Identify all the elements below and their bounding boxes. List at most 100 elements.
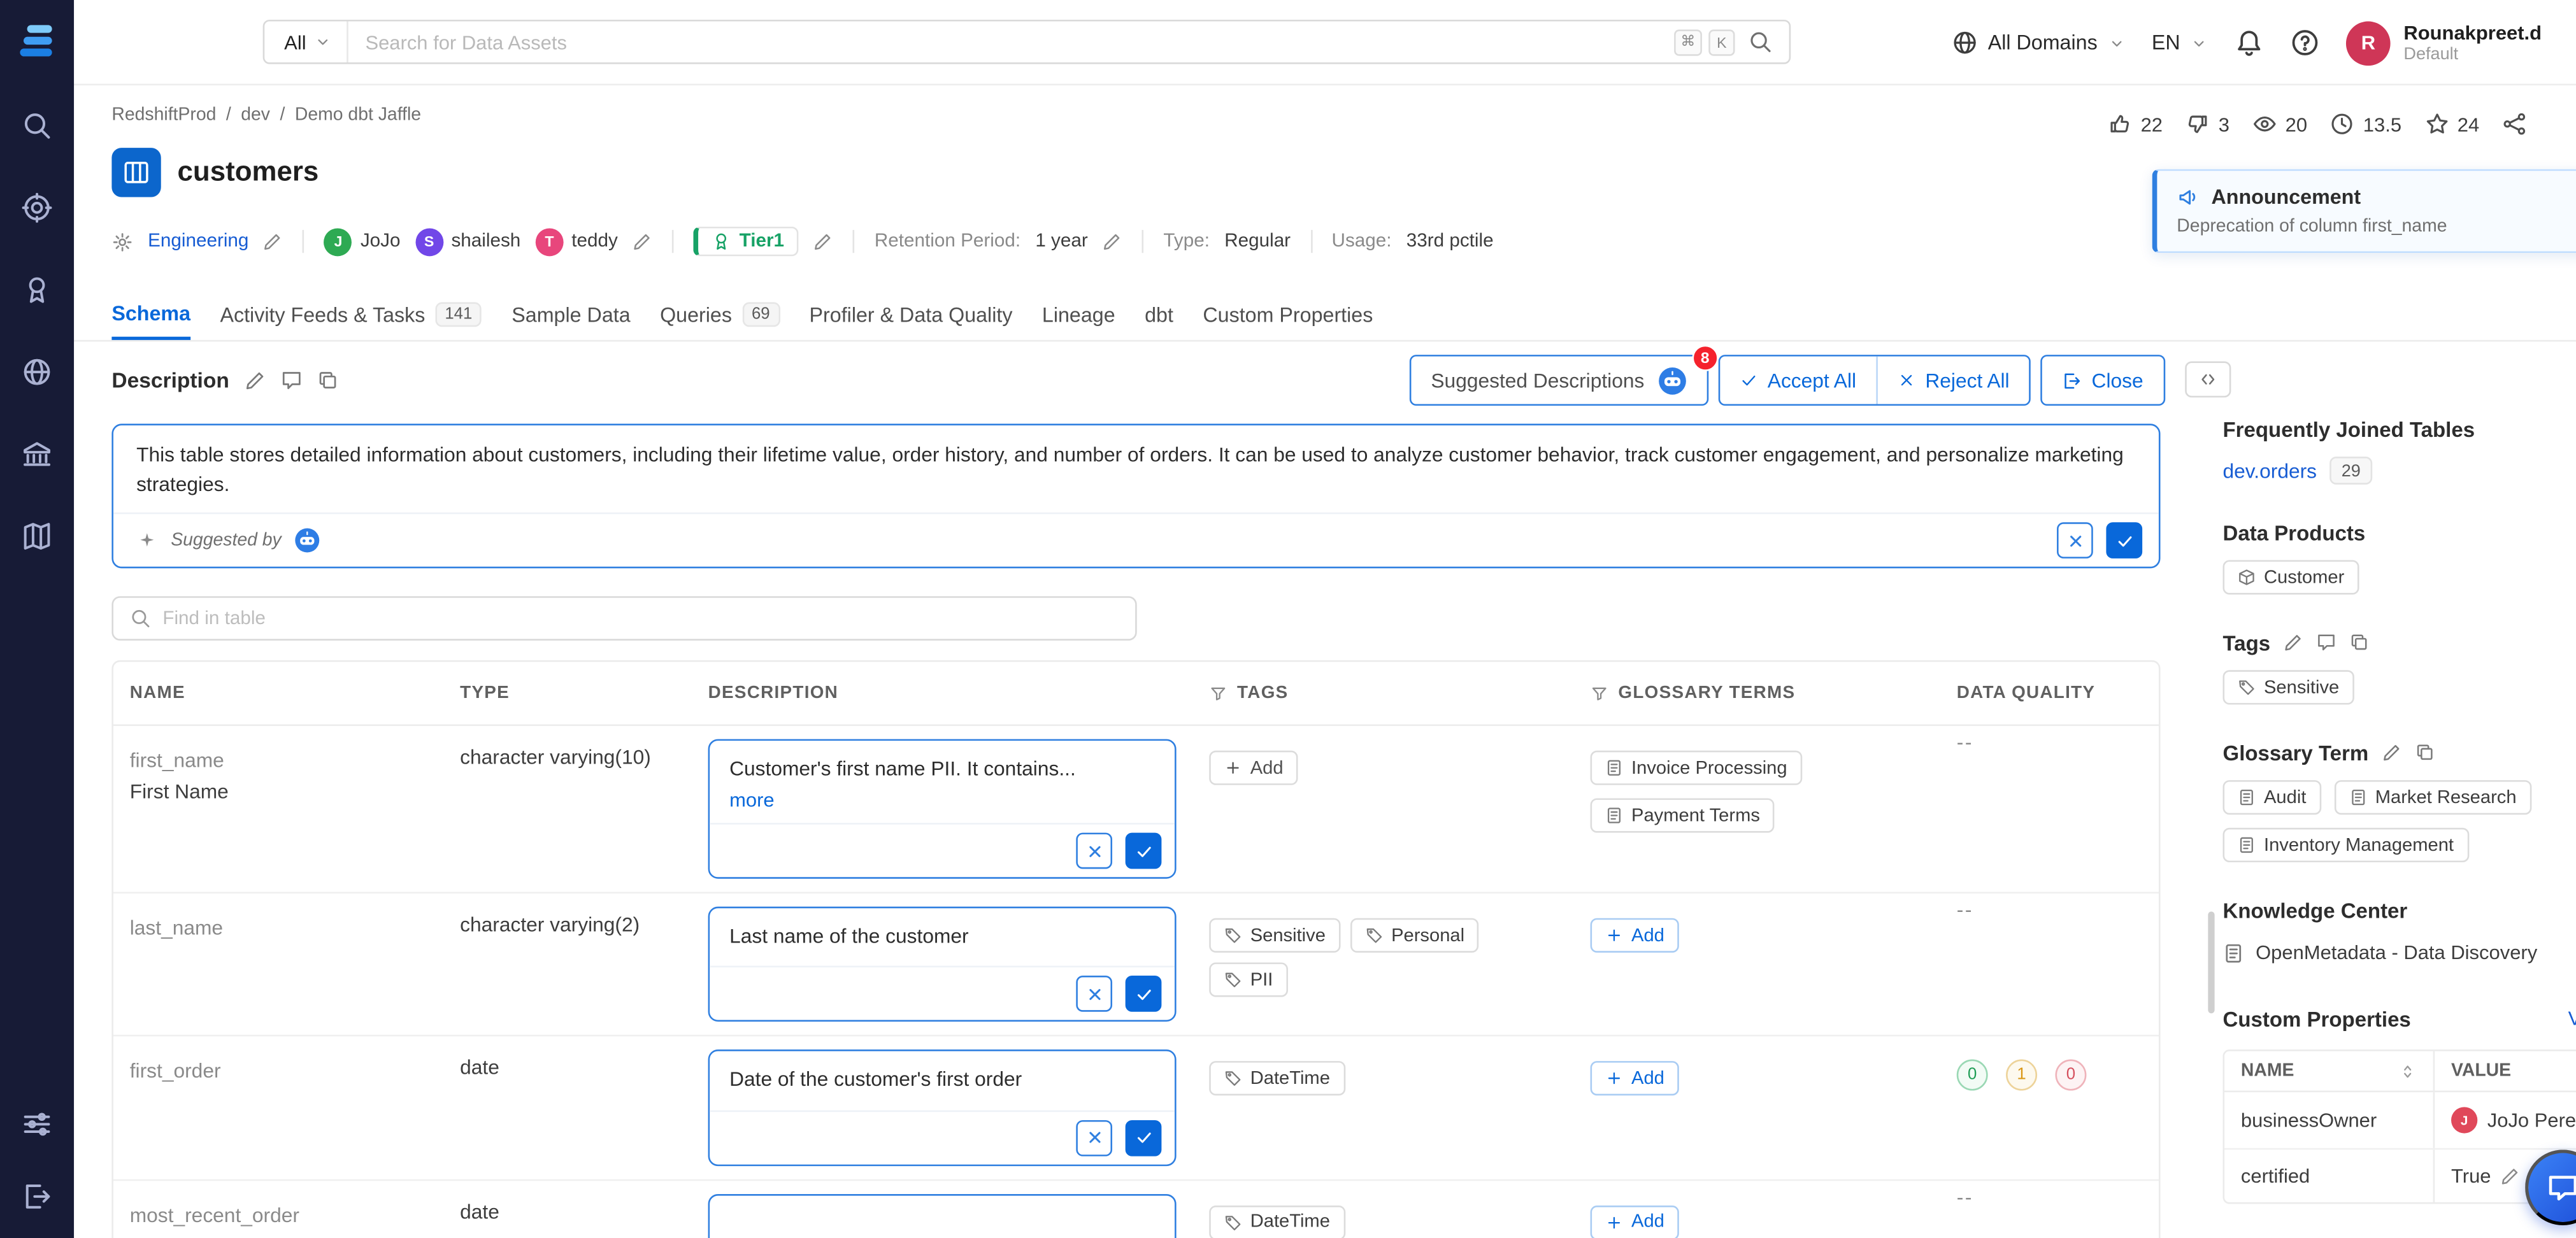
request-tags-icon[interactable] xyxy=(2316,632,2336,652)
search-scope-select[interactable]: All xyxy=(264,22,348,62)
breadcrumb-schema[interactable]: Demo dbt Jaffle xyxy=(295,105,421,125)
views-button[interactable]: 20 xyxy=(2252,111,2307,136)
owner-shailesh[interactable]: S shailesh xyxy=(415,227,521,255)
add-glossary-button[interactable]: Add xyxy=(1591,918,1680,953)
follow-button[interactable]: 24 xyxy=(2424,111,2479,136)
column-type-cell: date xyxy=(443,1037,691,1178)
glossary-term-chip[interactable]: Invoice Processing xyxy=(1591,751,1802,785)
logout-icon[interactable] xyxy=(20,1179,54,1213)
view-all-link[interactable]: View All xyxy=(2568,1007,2576,1030)
add-tag-button[interactable]: Add xyxy=(1209,751,1298,785)
settings-icon[interactable] xyxy=(20,1107,54,1140)
filter-icon[interactable] xyxy=(1591,684,1608,702)
accept-suggestion-button[interactable] xyxy=(1126,833,1162,869)
owner-jojo[interactable]: J JoJo xyxy=(324,227,400,255)
edit-retention-icon[interactable] xyxy=(1103,232,1122,252)
breadcrumb-service[interactable]: RedshiftProd xyxy=(111,105,216,125)
reject-suggestion-button[interactable] xyxy=(2057,522,2093,559)
knowledge-article-link[interactable]: OpenMetadata - Data Discovery xyxy=(2223,941,2576,964)
nav-insights-icon[interactable] xyxy=(20,355,54,388)
nav-governance-icon[interactable] xyxy=(20,437,54,470)
scrollbar-thumb[interactable] xyxy=(2208,911,2214,1013)
glossary-term-chip[interactable]: Payment Terms xyxy=(1591,798,1775,832)
edit-glossary-icon[interactable] xyxy=(2382,743,2401,762)
glossary-term-chip[interactable]: Inventory Management xyxy=(2223,828,2469,862)
suggested-descriptions-button[interactable]: Suggested Descriptions 8 xyxy=(1410,355,1708,406)
share-button[interactable] xyxy=(2502,111,2527,136)
description-task-icon[interactable] xyxy=(317,369,338,391)
glossary-term-chip[interactable]: Audit xyxy=(2223,780,2321,815)
data-product-chip[interactable]: Customer xyxy=(2223,560,2359,594)
collapse-panel-button[interactable] xyxy=(2185,361,2231,397)
tests-aborted-badge[interactable]: 1 xyxy=(2006,1060,2037,1092)
tag-chip[interactable]: DateTime xyxy=(1209,1062,1345,1096)
team-link[interactable]: Engineering xyxy=(148,232,248,252)
notifications-bell-icon[interactable] xyxy=(2235,28,2264,57)
upvote-button[interactable]: 22 xyxy=(2108,111,2163,136)
tag-chip[interactable]: PII xyxy=(1209,963,1287,997)
accept-suggestion-button[interactable] xyxy=(2106,522,2142,559)
joined-table-link[interactable]: dev.orders xyxy=(2223,459,2317,482)
downvote-button[interactable]: 3 xyxy=(2186,111,2229,136)
tag-chip[interactable]: Sensitive xyxy=(2223,670,2354,704)
version-button[interactable]: 13.5 xyxy=(2330,111,2401,136)
close-suggestions-button[interactable]: Close xyxy=(2041,355,2165,406)
col-glossary: GLOSSARY TERMS xyxy=(1574,662,1940,724)
more-link[interactable]: more xyxy=(710,788,1175,823)
tests-failed-badge[interactable]: 0 xyxy=(2055,1060,2086,1092)
nav-glossary-icon[interactable] xyxy=(20,519,54,552)
tag-chip[interactable]: DateTime xyxy=(1209,1205,1345,1238)
app-logo[interactable] xyxy=(16,20,59,62)
accept-all-button[interactable]: Accept All xyxy=(1720,357,1878,404)
edit-property-icon[interactable] xyxy=(2501,1166,2521,1186)
reject-all-button[interactable]: Reject All xyxy=(1878,357,2029,404)
language-dropdown[interactable]: EN xyxy=(2152,31,2208,54)
reject-suggestion-button[interactable] xyxy=(1076,976,1112,1013)
tab-queries[interactable]: Queries69 xyxy=(660,289,780,340)
edit-tags-icon[interactable] xyxy=(2284,632,2303,652)
edit-description-icon[interactable] xyxy=(244,369,266,391)
nav-explore-icon[interactable] xyxy=(20,108,54,141)
tab-dbt[interactable]: dbt xyxy=(1145,289,1173,340)
glossary-term-chip[interactable]: Market Research xyxy=(2334,780,2531,815)
domains-dropdown[interactable]: All Domains xyxy=(1952,29,2126,55)
edit-owners-icon[interactable] xyxy=(633,232,652,252)
glossary-task-icon[interactable] xyxy=(2414,743,2434,762)
section-title: Data Products xyxy=(2223,517,2576,546)
request-description-icon[interactable] xyxy=(280,369,302,391)
edit-tier-icon[interactable] xyxy=(813,232,833,252)
accept-suggestion-button[interactable] xyxy=(1126,1120,1162,1156)
nav-data-quality-icon[interactable] xyxy=(20,273,54,306)
reject-suggestion-button[interactable] xyxy=(1076,833,1112,869)
user-menu[interactable]: R Rounakpreet.d Default xyxy=(2346,20,2542,65)
tab-custom-properties[interactable]: Custom Properties xyxy=(1203,289,1373,340)
tests-success-badge[interactable]: 0 xyxy=(1957,1060,1988,1092)
tags-task-icon[interactable] xyxy=(2349,632,2369,652)
tag-chip[interactable]: Personal xyxy=(1350,918,1480,953)
add-glossary-button[interactable]: Add xyxy=(1591,1205,1680,1238)
suggestion-card: Customer's first name PII. It contains..… xyxy=(708,739,1177,879)
global-search-input[interactable] xyxy=(349,31,1674,53)
search-icon[interactable] xyxy=(1748,29,1773,54)
owner-teddy[interactable]: T teddy xyxy=(536,227,618,255)
accept-suggestion-button[interactable] xyxy=(1126,976,1162,1013)
tag-chip[interactable]: Sensitive xyxy=(1209,918,1340,953)
tab-count: 141 xyxy=(435,302,482,327)
table-row-first-order: first_order date Date of the customer's … xyxy=(113,1037,2159,1180)
tab-schema[interactable]: Schema xyxy=(111,289,190,340)
tab-lineage[interactable]: Lineage xyxy=(1042,289,1115,340)
tab-activity-feeds[interactable]: Activity Feeds & Tasks141 xyxy=(220,289,482,340)
entity-tabs: Schema Activity Feeds & Tasks141 Sample … xyxy=(74,289,2576,342)
nav-observability-icon[interactable] xyxy=(20,190,54,224)
tab-profiler[interactable]: Profiler & Data Quality xyxy=(810,289,1013,340)
filter-icon[interactable] xyxy=(1209,684,1227,702)
help-icon[interactable] xyxy=(2290,28,2319,57)
edit-team-icon[interactable] xyxy=(264,232,283,252)
reject-suggestion-button[interactable] xyxy=(1076,1120,1112,1156)
breadcrumb-database[interactable]: dev xyxy=(241,105,270,125)
add-glossary-button[interactable]: Add xyxy=(1591,1062,1680,1096)
article-icon xyxy=(2223,942,2245,964)
find-in-table-input[interactable] xyxy=(162,609,1119,629)
sort-icon[interactable] xyxy=(2398,1062,2416,1079)
tab-sample-data[interactable]: Sample Data xyxy=(512,289,630,340)
